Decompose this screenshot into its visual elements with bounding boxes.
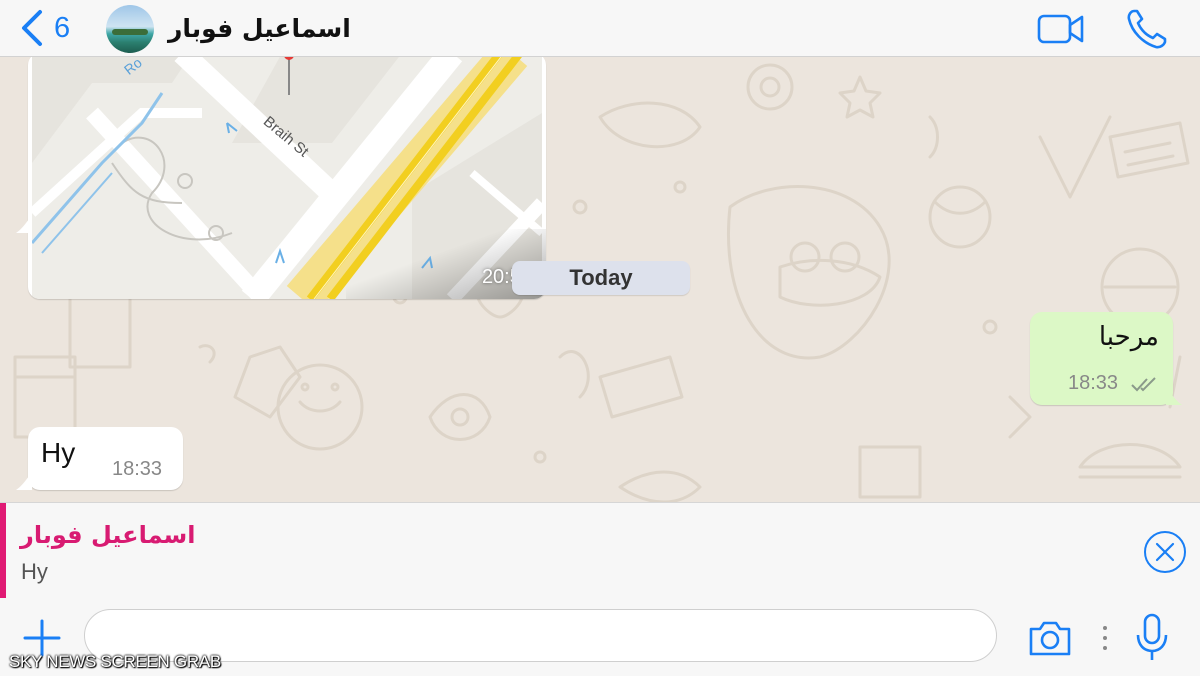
message-time: 18:33 <box>112 458 163 480</box>
location-message[interactable]: Braih St Ro 20:54 <box>28 57 546 299</box>
unread-count: 6 <box>54 11 71 44</box>
reply-message-text: Hy <box>21 559 48 584</box>
phone-icon[interactable] <box>1124 6 1170 52</box>
back-button[interactable]: 6 <box>18 8 70 48</box>
message-time: 18:33 <box>1068 372 1119 394</box>
chat-area[interactable]: Braih St Ro 20:54 Today مرحبا 18:33 Hy 1… <box>0 57 1200 502</box>
chat-header: 6 اسماعيل فوبار <box>0 0 1200 57</box>
outgoing-message[interactable]: مرحبا 18:33 <box>1030 312 1173 405</box>
more-vertical-icon[interactable] <box>1098 623 1112 653</box>
video-call-icon[interactable] <box>1036 6 1086 52</box>
bubble-tail <box>16 215 32 233</box>
message-text: مرحبا <box>1098 322 1159 352</box>
reply-accent-bar <box>0 503 6 598</box>
reply-preview: اسماعيل فوبار Hy <box>0 502 1200 599</box>
avatar-island <box>112 29 148 35</box>
contact-name[interactable]: اسماعيل فوبار <box>168 14 351 43</box>
camera-icon[interactable] <box>1027 618 1073 658</box>
date-divider: Today <box>512 261 690 295</box>
bubble-tail <box>16 472 32 490</box>
chevron-left-icon <box>22 10 42 46</box>
double-check-icon <box>1131 377 1156 392</box>
bubble-tail <box>1166 387 1182 405</box>
microphone-icon[interactable] <box>1134 613 1170 663</box>
watermark: SKY NEWS SCREEN GRAB <box>9 652 221 671</box>
message-text: Hy <box>41 437 76 468</box>
reply-sender-name: اسماعيل فوبار <box>20 521 196 549</box>
incoming-message[interactable]: Hy 18:33 <box>28 427 183 490</box>
close-circle-icon[interactable] <box>1143 530 1187 574</box>
avatar[interactable] <box>106 5 154 53</box>
